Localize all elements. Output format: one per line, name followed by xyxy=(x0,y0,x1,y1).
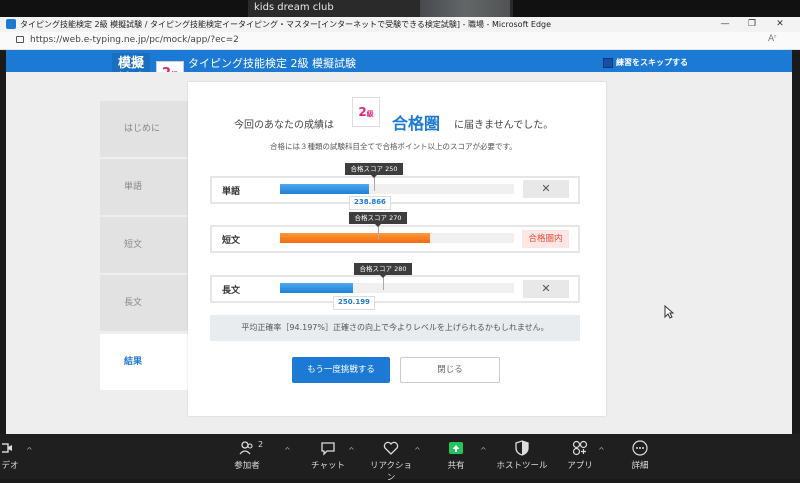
participants-label: 参加者 xyxy=(234,461,260,471)
participants-button[interactable]: 参加者 xyxy=(222,436,272,478)
target-score-tag: 合格スコア 270 xyxy=(349,212,407,227)
result-suffix-text: に届きませんでした。 xyxy=(454,120,554,131)
result-prefix-text: 今回のあなたの成績は xyxy=(234,120,334,131)
skip-practice-label[interactable]: 練習をスキップする xyxy=(616,57,688,68)
result-level-number: 2 xyxy=(358,105,367,119)
apps-button[interactable]: アプリ xyxy=(562,436,598,478)
share-options-caret[interactable]: ^ xyxy=(480,446,487,455)
heart-icon xyxy=(383,441,399,455)
chat-bubble-icon xyxy=(321,442,335,456)
pass-badge: 合格圏内 xyxy=(522,230,569,248)
host-tools-label: ホストツール xyxy=(496,461,548,471)
fail-mark: ✕ xyxy=(523,280,569,298)
reader-view-icon[interactable]: Aʳ xyxy=(768,34,777,44)
retry-button[interactable]: もう一度挑戦する xyxy=(292,357,390,383)
close-button[interactable]: 閉じる xyxy=(400,357,500,383)
participant-name: kids dream club xyxy=(254,2,334,13)
sidebar-item-words[interactable]: 単語 xyxy=(100,159,188,215)
reactions-button[interactable]: リアクション xyxy=(366,436,416,483)
score-row-label: 短文 xyxy=(222,236,241,246)
video-camera-icon xyxy=(2,443,12,453)
skip-practice-checkbox[interactable] xyxy=(603,58,613,68)
video-options-caret[interactable]: ^ xyxy=(26,446,33,455)
logo-line1: 模擬 xyxy=(117,56,144,71)
sidebar-item-intro[interactable]: はじめに xyxy=(100,101,188,157)
browser-window-title: タイピング技能検定 2級 模擬試験 / タイピング技能検定イータイピング・マスタ… xyxy=(20,20,552,29)
score-value: 238.866 xyxy=(349,196,391,210)
chat-label: チャット xyxy=(311,461,345,471)
host-tools-button[interactable]: ホストツール xyxy=(494,436,550,478)
participants-count: 2 xyxy=(258,440,264,449)
result-status: 合格圏 xyxy=(392,114,441,133)
share-label: 共有 xyxy=(447,461,465,471)
average-accuracy-note: 平均正確率［94.197%］正確さの向上で今よりレベルを上げられるかもしれません… xyxy=(210,315,580,341)
reactions-label: リアクション xyxy=(369,461,413,483)
score-bar xyxy=(280,233,430,243)
sidebar-item-long-text[interactable]: 長文 xyxy=(100,275,188,331)
share-arrow-icon xyxy=(449,442,463,454)
participants-options-caret[interactable]: ^ xyxy=(284,446,291,455)
video-label: デオ xyxy=(1,461,19,471)
shield-icon xyxy=(515,440,529,456)
chat-button[interactable]: チャット xyxy=(306,436,350,478)
result-level-unit: 級 xyxy=(366,110,374,118)
sidebar-item-short-text[interactable]: 短文 xyxy=(100,217,188,273)
score-bar xyxy=(280,184,369,194)
apps-icon xyxy=(572,440,588,456)
target-score-tag: 合格スコア 280 xyxy=(354,263,412,278)
participants-icon xyxy=(239,441,253,455)
chat-options-caret[interactable]: ^ xyxy=(348,446,355,455)
score-value: 250.199 xyxy=(333,296,375,310)
more-dots-icon xyxy=(632,440,648,456)
target-score-tag: 合格スコア 250 xyxy=(345,163,403,178)
minimize-button[interactable]: — xyxy=(711,17,739,32)
result-level-badge: 2級 xyxy=(352,97,380,127)
edge-app-icon xyxy=(6,19,16,29)
apps-label: アプリ xyxy=(567,461,593,471)
lock-icon[interactable] xyxy=(16,36,24,43)
close-window-button[interactable]: ✕ xyxy=(766,17,794,32)
participant-video-thumbnail xyxy=(420,0,510,17)
sidebar-item-result[interactable]: 結果 xyxy=(100,334,188,390)
url-text[interactable]: https://web.e-typing.ne.jp/pc/mock/app/?… xyxy=(30,35,239,45)
more-label: 詳細 xyxy=(631,461,649,471)
more-button[interactable]: 詳細 xyxy=(622,436,658,478)
apps-options-caret[interactable]: ^ xyxy=(598,446,605,455)
video-button[interactable]: デオ xyxy=(0,436,20,478)
pass-requirement-note: 合格には３種類の試験科目全てで合格ポイント以上のスコアが必要です。 xyxy=(270,142,517,151)
mouse-cursor-icon xyxy=(664,305,674,319)
score-row-label: 単語 xyxy=(222,187,241,197)
score-bar xyxy=(280,283,353,293)
page-title: タイピング技能検定 2級 模擬試験 xyxy=(188,57,356,70)
fail-mark: ✕ xyxy=(523,180,569,198)
maximize-button[interactable]: ❐ xyxy=(738,17,766,32)
score-row-label: 長文 xyxy=(222,286,241,296)
share-screen-button[interactable]: 共有 xyxy=(438,436,474,478)
reactions-options-caret[interactable]: ^ xyxy=(414,446,421,455)
